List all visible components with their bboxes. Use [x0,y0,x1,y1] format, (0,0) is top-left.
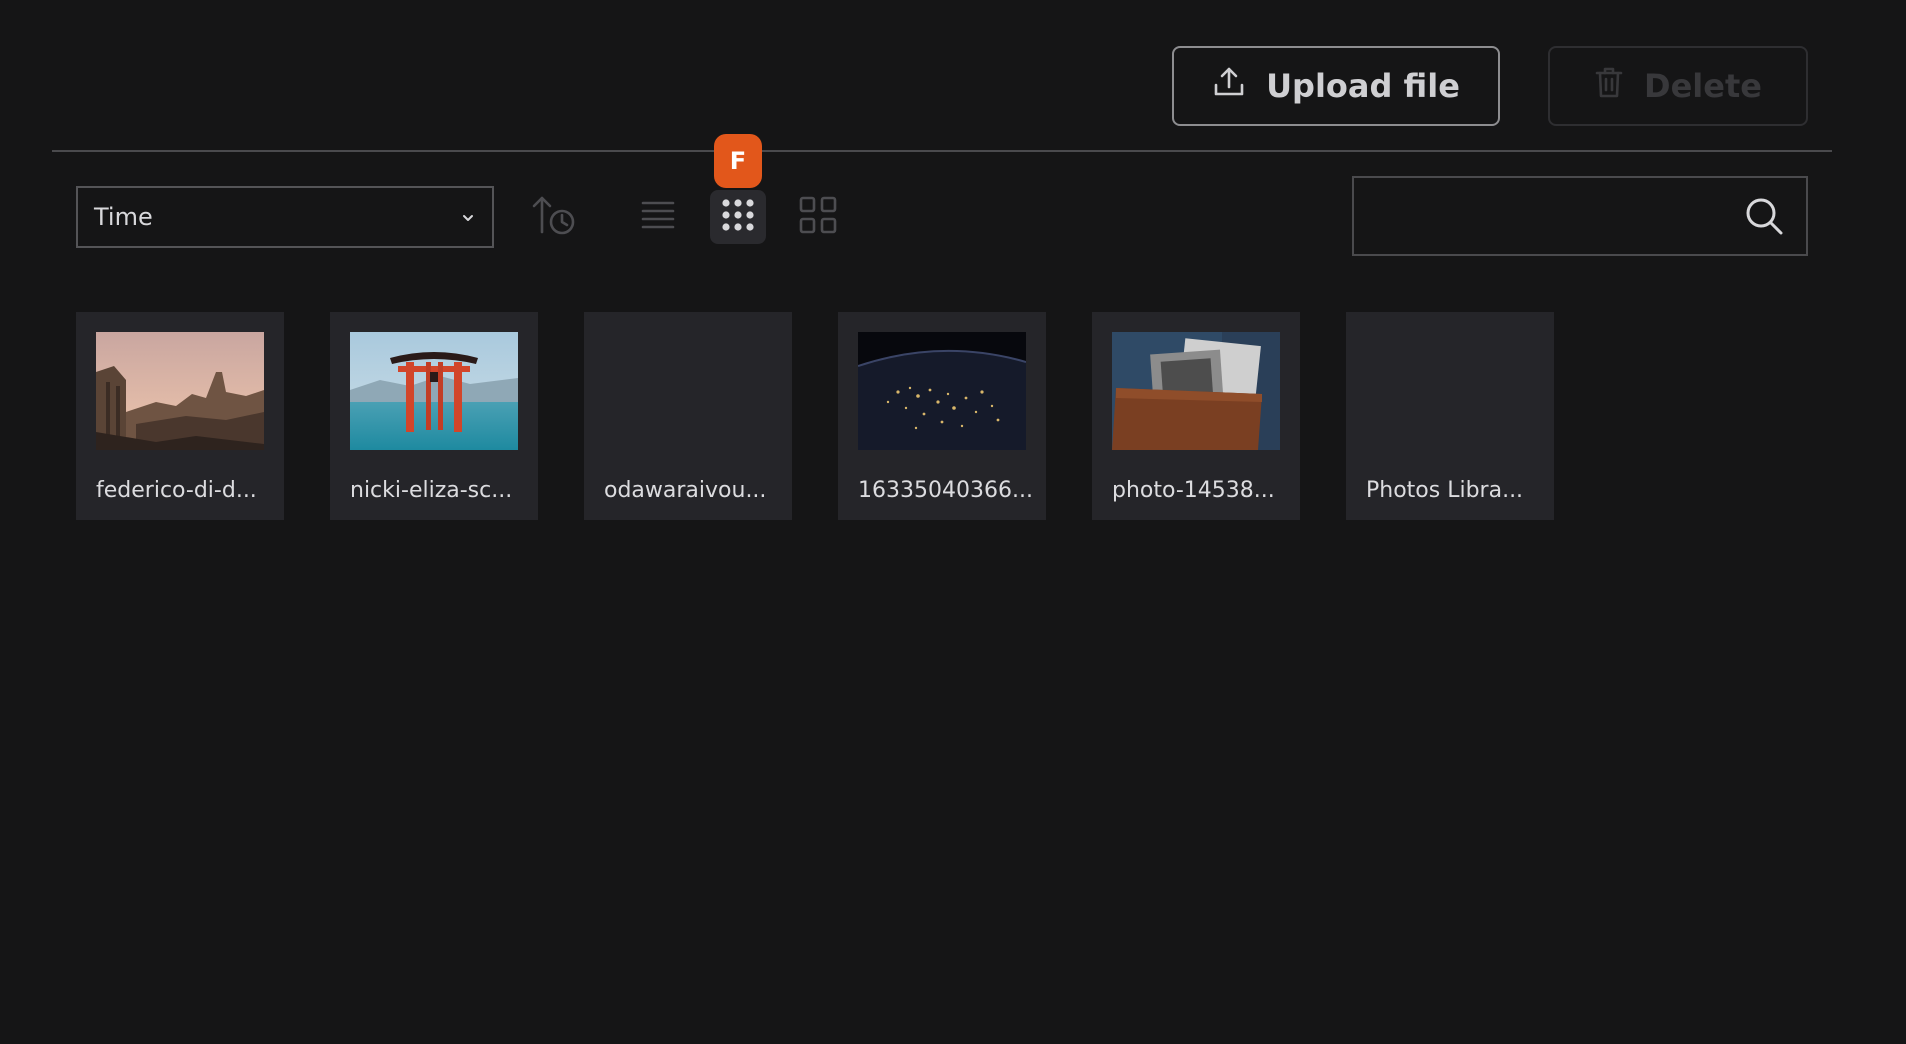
grid-icon [799,196,837,238]
search-input[interactable] [1352,176,1808,256]
file-card[interactable]: Photos Libra... [1346,312,1554,520]
sort-by-select[interactable]: Time [76,186,494,248]
file-thumbnail-earth-at-night [858,332,1026,450]
delete-label: Delete [1644,67,1762,105]
large-grid-view-button[interactable] [796,192,840,242]
file-browser: Upload file Delete Time F federico-di-d.… [0,0,1906,1044]
dots-grid-icon [720,197,756,237]
upload-icon [1212,65,1246,107]
file-card[interactable]: photo-14538... [1092,312,1300,520]
file-thumbnail-torii-gate-in-water [350,332,518,450]
search-icon[interactable] [1744,196,1784,240]
file-name: Photos Libra... [1366,478,1524,503]
file-card[interactable]: nicki-eliza-sc... [330,312,538,520]
file-name: odawaraivou... [604,478,767,503]
file-name: nicki-eliza-sc... [350,478,513,503]
upload-file-button[interactable]: Upload file [1172,46,1500,126]
file-name: federico-di-d... [96,478,257,503]
file-thumbnail-box-of-photographs [1112,332,1280,450]
view-shortcut-badge: F [714,134,762,188]
file-card[interactable]: odawaraivou... [584,312,792,520]
upload-file-label: Upload file [1266,67,1460,105]
chevron-down-icon [460,206,476,236]
sort-order-button[interactable] [520,190,590,244]
small-grid-view-button[interactable] [710,190,766,244]
header-divider [52,150,1832,152]
sort-ascending-time-icon [530,192,580,242]
list-icon [640,197,676,237]
list-view-button[interactable] [636,192,680,242]
trash-icon [1594,65,1624,107]
file-card[interactable]: federico-di-d... [76,312,284,520]
file-name: photo-14538... [1112,478,1275,503]
file-card[interactable]: 16335040366... [838,312,1046,520]
sort-by-value: Time [94,203,153,231]
file-thumbnail-ruins-at-sunset [96,332,264,450]
delete-button[interactable]: Delete [1548,46,1808,126]
file-name: 16335040366... [858,478,1033,503]
